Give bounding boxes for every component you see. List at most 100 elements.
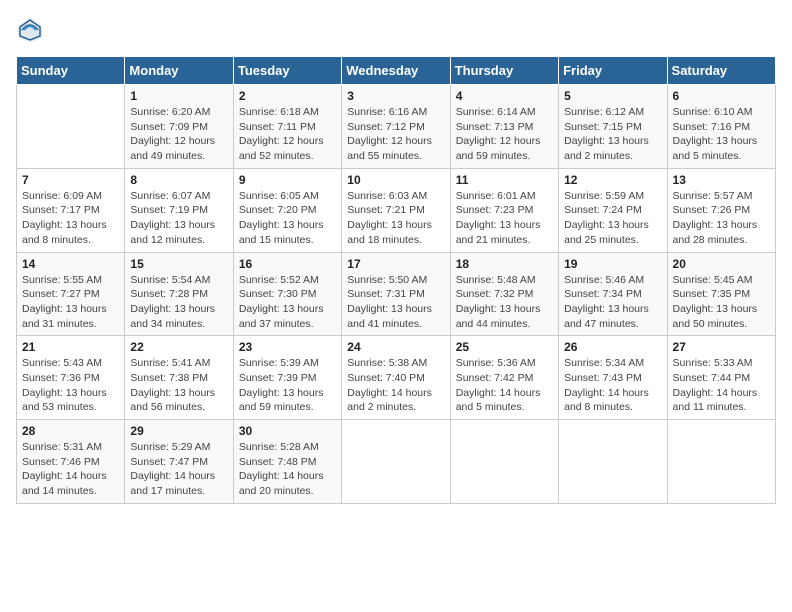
calendar-cell-w2-d0: 14 Sunrise: 5:55 AM Sunset: 7:27 PM Dayli… xyxy=(17,252,125,336)
day-info: Sunrise: 6:09 AM Sunset: 7:17 PM Dayligh… xyxy=(22,189,119,248)
calendar-cell-w0-d1: 1 Sunrise: 6:20 AM Sunset: 7:09 PM Daylig… xyxy=(125,85,233,169)
col-header-sunday: Sunday xyxy=(17,57,125,85)
day-number: 28 xyxy=(22,424,119,438)
day-info: Sunrise: 5:36 AM Sunset: 7:42 PM Dayligh… xyxy=(456,356,553,415)
calendar-cell-w1-d2: 9 Sunrise: 6:05 AM Sunset: 7:20 PM Daylig… xyxy=(233,168,341,252)
day-number: 14 xyxy=(22,257,119,271)
calendar-cell-w4-d3 xyxy=(342,420,450,504)
calendar-cell-w4-d4 xyxy=(450,420,558,504)
col-header-friday: Friday xyxy=(559,57,667,85)
day-info: Sunrise: 6:05 AM Sunset: 7:20 PM Dayligh… xyxy=(239,189,336,248)
day-info: Sunrise: 5:31 AM Sunset: 7:46 PM Dayligh… xyxy=(22,440,119,499)
calendar-cell-w0-d2: 2 Sunrise: 6:18 AM Sunset: 7:11 PM Daylig… xyxy=(233,85,341,169)
day-info: Sunrise: 6:18 AM Sunset: 7:11 PM Dayligh… xyxy=(239,105,336,164)
calendar-cell-w0-d6: 6Sunrise: 6:10 AM Sunset: 7:16 PM Daylig… xyxy=(667,85,775,169)
day-number: 16 xyxy=(239,257,336,271)
calendar-cell-w4-d0: 28 Sunrise: 5:31 AM Sunset: 7:46 PM Dayli… xyxy=(17,420,125,504)
day-number: 26 xyxy=(564,340,661,354)
day-info: Sunrise: 5:39 AM Sunset: 7:39 PM Dayligh… xyxy=(239,356,336,415)
day-info: Sunrise: 5:48 AM Sunset: 7:32 PM Dayligh… xyxy=(456,273,553,332)
calendar-cell-w4-d5 xyxy=(559,420,667,504)
day-info: Sunrise: 5:28 AM Sunset: 7:48 PM Dayligh… xyxy=(239,440,336,499)
calendar-cell-w2-d1: 15 Sunrise: 5:54 AM Sunset: 7:28 PM Dayli… xyxy=(125,252,233,336)
day-number: 20 xyxy=(673,257,770,271)
day-info: Sunrise: 5:33 AM Sunset: 7:44 PM Dayligh… xyxy=(673,356,770,415)
day-info: Sunrise: 6:10 AM Sunset: 7:16 PM Dayligh… xyxy=(673,105,770,164)
calendar-cell-w1-d0: 7 Sunrise: 6:09 AM Sunset: 7:17 PM Daylig… xyxy=(17,168,125,252)
day-info: Sunrise: 6:20 AM Sunset: 7:09 PM Dayligh… xyxy=(130,105,227,164)
day-number: 21 xyxy=(22,340,119,354)
calendar-cell-w3-d2: 23 Sunrise: 5:39 AM Sunset: 7:39 PM Dayli… xyxy=(233,336,341,420)
col-header-wednesday: Wednesday xyxy=(342,57,450,85)
day-number: 23 xyxy=(239,340,336,354)
day-number: 27 xyxy=(673,340,770,354)
calendar-cell-w4-d6 xyxy=(667,420,775,504)
col-header-saturday: Saturday xyxy=(667,57,775,85)
calendar-cell-w3-d5: 26 Sunrise: 5:34 AM Sunset: 7:43 PM Dayli… xyxy=(559,336,667,420)
calendar-cell-w3-d4: 25 Sunrise: 5:36 AM Sunset: 7:42 PM Dayli… xyxy=(450,336,558,420)
calendar-cell-w1-d4: 11 Sunrise: 6:01 AM Sunset: 7:23 PM Dayli… xyxy=(450,168,558,252)
day-info: Sunrise: 6:14 AM Sunset: 7:13 PM Dayligh… xyxy=(456,105,553,164)
day-info: Sunrise: 5:55 AM Sunset: 7:27 PM Dayligh… xyxy=(22,273,119,332)
calendar-cell-w3-d1: 22 Sunrise: 5:41 AM Sunset: 7:38 PM Dayli… xyxy=(125,336,233,420)
day-number: 12 xyxy=(564,173,661,187)
day-number: 13 xyxy=(673,173,770,187)
day-info: Sunrise: 6:12 AM Sunset: 7:15 PM Dayligh… xyxy=(564,105,661,164)
day-number: 30 xyxy=(239,424,336,438)
calendar-cell-w3-d6: 27 Sunrise: 5:33 AM Sunset: 7:44 PM Dayli… xyxy=(667,336,775,420)
day-number: 29 xyxy=(130,424,227,438)
day-info: Sunrise: 6:16 AM Sunset: 7:12 PM Dayligh… xyxy=(347,105,444,164)
day-number: 19 xyxy=(564,257,661,271)
day-number: 22 xyxy=(130,340,227,354)
day-number: 8 xyxy=(130,173,227,187)
calendar-cell-w3-d0: 21 Sunrise: 5:43 AM Sunset: 7:36 PM Dayli… xyxy=(17,336,125,420)
day-number: 15 xyxy=(130,257,227,271)
day-number: 2 xyxy=(239,89,336,103)
calendar-cell-w0-d5: 5Sunrise: 6:12 AM Sunset: 7:15 PM Daylig… xyxy=(559,85,667,169)
calendar-cell-w1-d3: 10 Sunrise: 6:03 AM Sunset: 7:21 PM Dayli… xyxy=(342,168,450,252)
day-number: 3 xyxy=(347,89,444,103)
calendar-table: SundayMondayTuesdayWednesdayThursdayFrid… xyxy=(16,56,776,504)
day-number: 18 xyxy=(456,257,553,271)
calendar-cell-w1-d1: 8Sunrise: 6:07 AM Sunset: 7:19 PM Daylig… xyxy=(125,168,233,252)
calendar-cell-w1-d5: 12 Sunrise: 5:59 AM Sunset: 7:24 PM Dayli… xyxy=(559,168,667,252)
day-info: Sunrise: 6:01 AM Sunset: 7:23 PM Dayligh… xyxy=(456,189,553,248)
calendar-cell-w2-d2: 16 Sunrise: 5:52 AM Sunset: 7:30 PM Dayli… xyxy=(233,252,341,336)
calendar-cell-w2-d3: 17 Sunrise: 5:50 AM Sunset: 7:31 PM Dayli… xyxy=(342,252,450,336)
day-number: 24 xyxy=(347,340,444,354)
calendar-cell-w2-d6: 20 Sunrise: 5:45 AM Sunset: 7:35 PM Dayli… xyxy=(667,252,775,336)
col-header-monday: Monday xyxy=(125,57,233,85)
logo xyxy=(16,16,48,44)
calendar-cell-w2-d4: 18 Sunrise: 5:48 AM Sunset: 7:32 PM Dayli… xyxy=(450,252,558,336)
calendar-cell-w1-d6: 13 Sunrise: 5:57 AM Sunset: 7:26 PM Dayli… xyxy=(667,168,775,252)
day-number: 10 xyxy=(347,173,444,187)
col-header-thursday: Thursday xyxy=(450,57,558,85)
day-number: 11 xyxy=(456,173,553,187)
day-info: Sunrise: 5:59 AM Sunset: 7:24 PM Dayligh… xyxy=(564,189,661,248)
day-info: Sunrise: 5:29 AM Sunset: 7:47 PM Dayligh… xyxy=(130,440,227,499)
calendar-cell-w2-d5: 19 Sunrise: 5:46 AM Sunset: 7:34 PM Dayli… xyxy=(559,252,667,336)
day-info: Sunrise: 5:43 AM Sunset: 7:36 PM Dayligh… xyxy=(22,356,119,415)
day-info: Sunrise: 5:46 AM Sunset: 7:34 PM Dayligh… xyxy=(564,273,661,332)
day-info: Sunrise: 5:52 AM Sunset: 7:30 PM Dayligh… xyxy=(239,273,336,332)
day-number: 17 xyxy=(347,257,444,271)
day-number: 4 xyxy=(456,89,553,103)
calendar-cell-w0-d0 xyxy=(17,85,125,169)
day-number: 25 xyxy=(456,340,553,354)
calendar-cell-w0-d3: 3 Sunrise: 6:16 AM Sunset: 7:12 PM Daylig… xyxy=(342,85,450,169)
calendar-cell-w4-d2: 30 Sunrise: 5:28 AM Sunset: 7:48 PM Dayli… xyxy=(233,420,341,504)
day-info: Sunrise: 5:50 AM Sunset: 7:31 PM Dayligh… xyxy=(347,273,444,332)
day-info: Sunrise: 5:57 AM Sunset: 7:26 PM Dayligh… xyxy=(673,189,770,248)
day-info: Sunrise: 5:34 AM Sunset: 7:43 PM Dayligh… xyxy=(564,356,661,415)
calendar-cell-w4-d1: 29 Sunrise: 5:29 AM Sunset: 7:47 PM Dayli… xyxy=(125,420,233,504)
day-info: Sunrise: 5:54 AM Sunset: 7:28 PM Dayligh… xyxy=(130,273,227,332)
page-header xyxy=(16,16,776,44)
calendar-cell-w3-d3: 24Sunrise: 5:38 AM Sunset: 7:40 PM Dayli… xyxy=(342,336,450,420)
day-info: Sunrise: 5:41 AM Sunset: 7:38 PM Dayligh… xyxy=(130,356,227,415)
day-number: 7 xyxy=(22,173,119,187)
day-info: Sunrise: 6:03 AM Sunset: 7:21 PM Dayligh… xyxy=(347,189,444,248)
day-number: 1 xyxy=(130,89,227,103)
day-number: 9 xyxy=(239,173,336,187)
logo-icon xyxy=(16,16,44,44)
day-info: Sunrise: 5:45 AM Sunset: 7:35 PM Dayligh… xyxy=(673,273,770,332)
